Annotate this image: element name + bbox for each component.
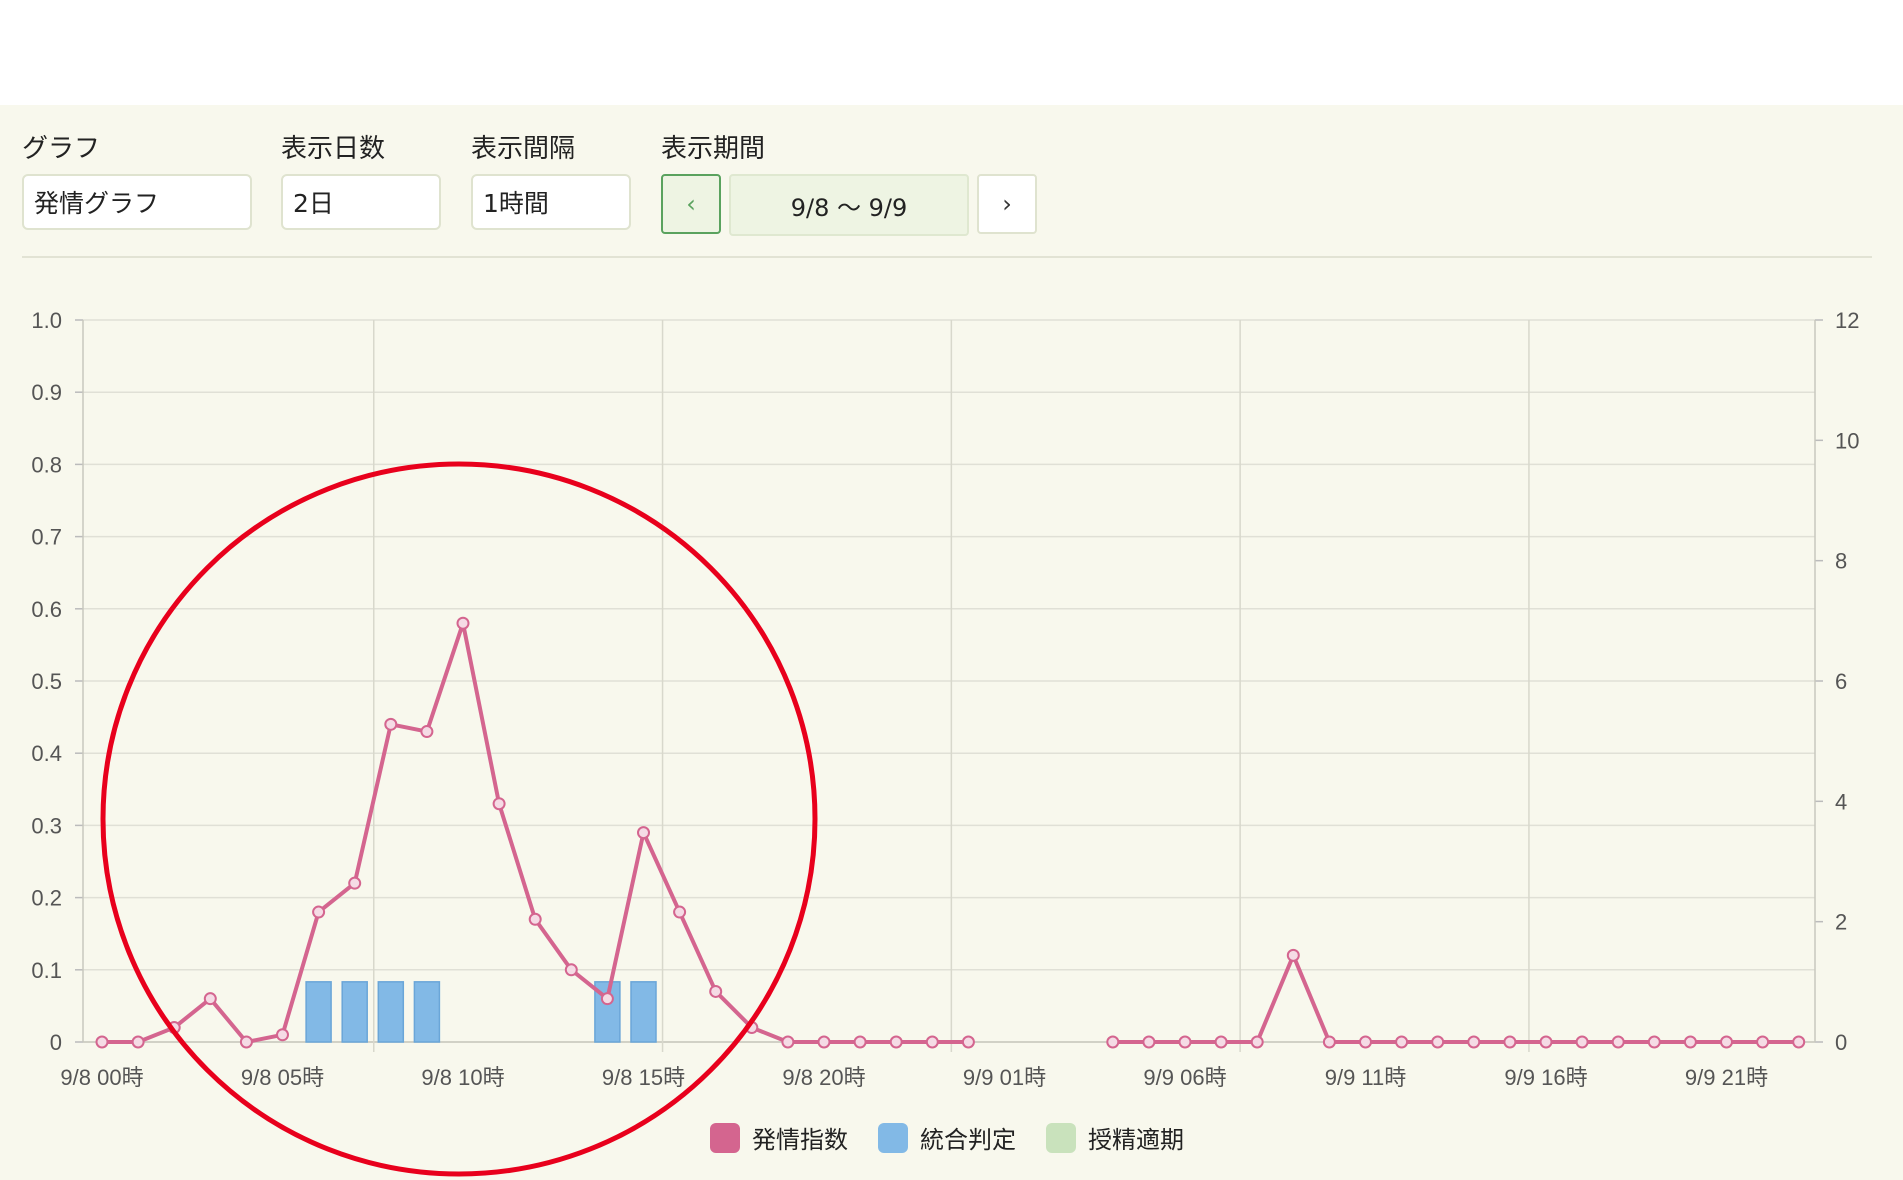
y-left-tick-label: 0.1 — [31, 958, 62, 983]
point-index — [420, 725, 434, 739]
point-index — [1467, 1035, 1481, 1049]
point-index — [1683, 1035, 1697, 1049]
point-index — [709, 984, 723, 998]
point-index — [600, 992, 614, 1006]
x-tick-label: 9/8 05時 — [241, 1065, 324, 1090]
bar-judgement — [305, 981, 332, 1043]
y-left-tick-label: 0.5 — [31, 669, 62, 694]
y-left-tick-label: 1.0 — [31, 308, 62, 333]
point-index — [673, 905, 687, 919]
point-index — [925, 1035, 939, 1049]
y-left-tick-label: 0.7 — [31, 525, 62, 550]
point-index — [239, 1035, 253, 1049]
legend-item-insemination[interactable]: 授精適期 — [1046, 1120, 1184, 1155]
point-index — [203, 992, 217, 1006]
point-index — [1792, 1035, 1806, 1049]
x-tick-label: 9/9 01時 — [963, 1065, 1046, 1090]
point-index — [637, 826, 650, 840]
y-left-tick-label: 0.4 — [31, 741, 62, 766]
point-index — [1178, 1035, 1192, 1049]
point-index — [1503, 1035, 1517, 1049]
y-right-tick-label: 12 — [1835, 308, 1859, 333]
point-index — [1286, 948, 1300, 962]
point-index — [889, 1035, 903, 1049]
point-index — [781, 1035, 795, 1049]
bar-judgement — [341, 981, 368, 1043]
bar-judgement — [377, 981, 405, 1043]
legend-item-index[interactable]: 発情指数 — [710, 1120, 848, 1155]
point-index — [1359, 1035, 1372, 1049]
y-right-tick-label: 10 — [1835, 428, 1859, 453]
x-tick-label: 9/9 16時 — [1504, 1065, 1587, 1090]
bar-judgement — [630, 981, 657, 1043]
point-index — [95, 1035, 109, 1049]
point-index — [492, 797, 506, 811]
y-left-tick-label: 0.3 — [31, 813, 62, 838]
point-index — [528, 912, 542, 926]
point-index — [1250, 1035, 1264, 1049]
point-index — [853, 1035, 867, 1049]
y-left-tick-label: 0.8 — [31, 452, 62, 477]
estrus-chart: 0 0.1 0.2 0.3 0.4 0.5 0.6 0.7 0.8 0.9 1.0 0 2 4 6 8 10 12… — [31, 308, 1859, 1177]
point-index — [961, 1035, 975, 1049]
point-index — [1611, 1035, 1625, 1049]
point-index — [1395, 1035, 1409, 1049]
point-index — [1431, 1035, 1445, 1049]
x-tick-label: 9/8 20時 — [782, 1065, 865, 1090]
y-right-tick-label: 6 — [1835, 669, 1847, 694]
point-index — [817, 1035, 831, 1049]
point-index — [1756, 1035, 1770, 1049]
point-index — [276, 1028, 289, 1042]
x-tick-label: 9/9 06時 — [1143, 1065, 1226, 1090]
point-index — [1647, 1035, 1661, 1049]
point-index — [1322, 1035, 1336, 1049]
point-index — [1214, 1035, 1228, 1049]
legend-swatch-judgement — [878, 1122, 908, 1153]
x-tick-label: 9/8 15時 — [602, 1065, 685, 1090]
y-left-tick-label: 0 — [50, 1030, 62, 1055]
point-index — [384, 717, 398, 731]
point-index — [131, 1035, 145, 1049]
point-index — [564, 963, 578, 977]
legend-swatch-insemination — [1046, 1122, 1076, 1153]
point-index — [312, 905, 326, 919]
x-tick-label: 9/8 10時 — [421, 1065, 504, 1090]
y-left-tick-label: 0.2 — [31, 886, 62, 911]
point-index — [1720, 1035, 1733, 1049]
y-left-tick-label: 0.9 — [31, 380, 62, 405]
legend-label-judgement: 統合判定 — [920, 1126, 1016, 1154]
y-left-tick-label: 0.6 — [31, 597, 62, 622]
point-index — [348, 876, 362, 890]
legend-item-judgement[interactable]: 統合判定 — [878, 1120, 1016, 1155]
legend-swatch-index — [710, 1122, 740, 1153]
y-right-tick-label: 0 — [1835, 1030, 1847, 1055]
x-tick-label: 9/8 00時 — [60, 1065, 143, 1090]
point-index — [1575, 1035, 1589, 1049]
series-line-index — [1112, 953, 1799, 1044]
legend-label-insemination: 授精適期 — [1088, 1126, 1184, 1154]
point-index — [456, 616, 470, 630]
legend-label-index: 発情指数 — [752, 1126, 848, 1154]
bar-judgement — [413, 981, 441, 1043]
point-index — [1142, 1035, 1156, 1049]
y-right-tick-label: 2 — [1835, 910, 1847, 935]
x-tick-label: 9/9 11時 — [1325, 1065, 1407, 1090]
y-right-tick-label: 8 — [1835, 549, 1847, 574]
point-index — [1539, 1035, 1553, 1049]
series-line-index — [102, 621, 969, 1044]
y-right-tick-label: 4 — [1835, 789, 1847, 814]
point-index — [1106, 1035, 1120, 1049]
x-tick-label: 9/9 21時 — [1685, 1065, 1768, 1090]
